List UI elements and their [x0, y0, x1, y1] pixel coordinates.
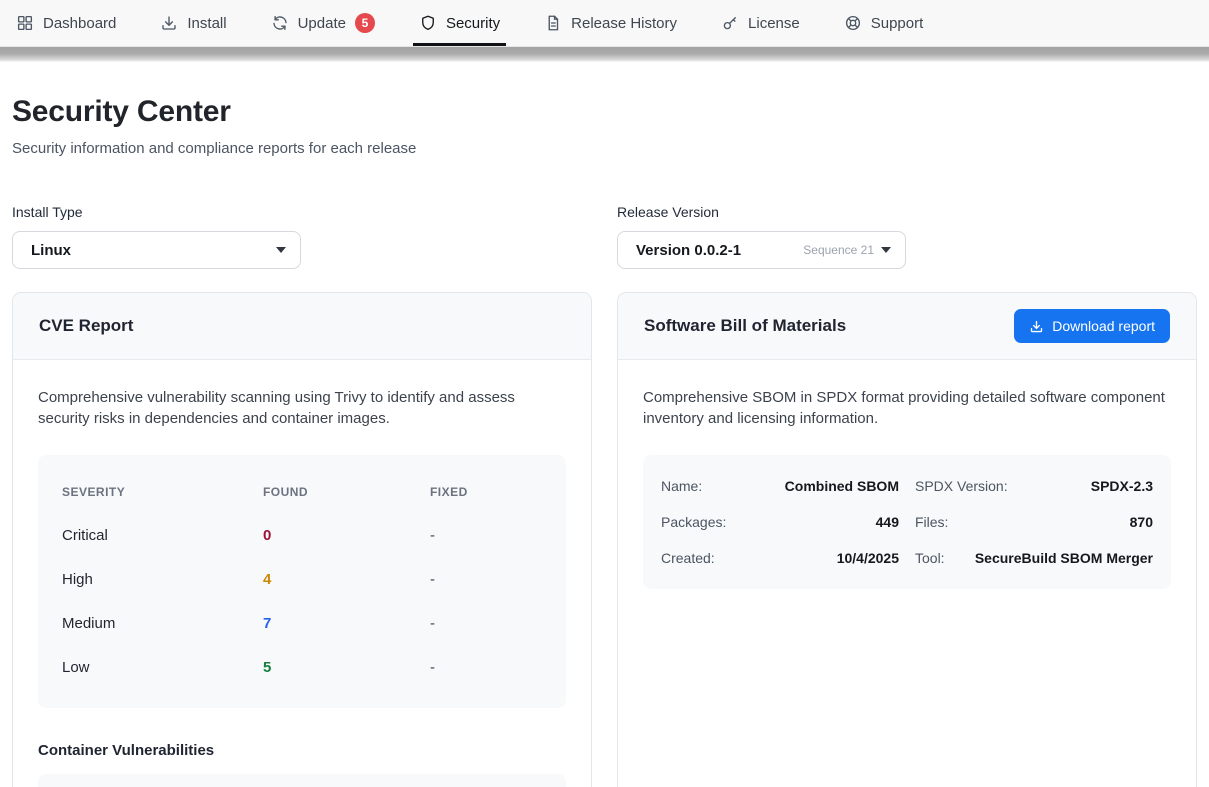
sbom-detail-tool: Tool: SecureBuild SBOM Merger [915, 540, 1153, 576]
sbom-detail-spdx-version: SPDX Version: SPDX-2.3 [915, 468, 1153, 504]
install-type-filter: Install Type Linux [12, 204, 592, 269]
found-count: 7 [263, 615, 430, 632]
table-row: Medium 7 - [62, 602, 542, 646]
detail-label: Name: [661, 478, 702, 494]
nav-item-release-history[interactable]: Release History [544, 0, 677, 46]
cve-report-description: Comprehensive vulnerability scanning usi… [38, 387, 566, 430]
severity-column-header: SEVERITY [62, 485, 263, 499]
nav-item-update[interactable]: Update 5 [271, 0, 375, 46]
fixed-count: - [430, 527, 542, 544]
cve-report-card: CVE Report Comprehensive vulnerability s… [12, 292, 592, 787]
release-version-label: Release Version [617, 204, 1197, 220]
severity-table: SEVERITY FOUND FIXED Critical 0 - High 4… [38, 455, 566, 708]
nav-item-support[interactable]: Support [844, 0, 924, 46]
severity-label: High [62, 571, 263, 588]
install-type-value: Linux [31, 242, 276, 259]
dashboard-grid-icon [16, 14, 34, 32]
sbom-detail-created: Created: 10/4/2025 [661, 540, 899, 576]
sbom-header: Software Bill of Materials Download repo… [618, 293, 1196, 360]
cve-report-title: CVE Report [39, 316, 133, 336]
nav-label: Release History [571, 15, 677, 32]
nav-item-security[interactable]: Security [419, 0, 500, 46]
release-version-select[interactable]: Version 0.0.2-1 Sequence 21 [617, 231, 906, 269]
lifebuoy-icon [844, 14, 862, 32]
cve-report-header: CVE Report [13, 293, 591, 360]
found-count: 5 [263, 659, 430, 676]
nav-label: License [748, 15, 800, 32]
nav-item-install[interactable]: Install [160, 0, 226, 46]
sbom-description: Comprehensive SBOM in SPDX format provid… [643, 387, 1171, 430]
nav-label: Update [298, 15, 346, 32]
detail-value: SecureBuild SBOM Merger [975, 550, 1153, 566]
detail-value: 449 [876, 514, 899, 530]
fixed-count: - [430, 615, 542, 632]
detail-label: SPDX Version: [915, 478, 1008, 494]
refresh-icon [271, 14, 289, 32]
download-icon [1029, 319, 1044, 334]
nav-label: Support [871, 15, 924, 32]
sbom-detail-packages: Packages: 449 [661, 504, 899, 540]
file-text-icon [544, 14, 562, 32]
filters-row: Install Type Linux Release Version Versi… [12, 204, 1197, 269]
detail-value: Combined SBOM [785, 478, 899, 494]
fixed-column-header: FIXED [430, 485, 542, 499]
nav-item-dashboard[interactable]: Dashboard [16, 0, 116, 46]
fixed-count: - [430, 659, 542, 676]
release-version-filter: Release Version Version 0.0.2-1 Sequence… [617, 204, 1197, 269]
severity-label: Medium [62, 615, 263, 632]
table-row: High 4 - [62, 558, 542, 602]
key-icon [721, 14, 739, 32]
found-column-header: FOUND [263, 485, 430, 499]
found-count: 0 [263, 527, 430, 544]
fixed-count: - [430, 571, 542, 588]
detail-label: Created: [661, 550, 715, 566]
shield-icon [419, 14, 437, 32]
severity-label: Critical [62, 527, 263, 544]
release-sequence-label: Sequence 21 [803, 243, 874, 257]
found-count: 4 [263, 571, 430, 588]
page-title: Security Center [12, 95, 1197, 129]
install-type-label: Install Type [12, 204, 592, 220]
detail-value: 10/4/2025 [837, 550, 899, 566]
download-report-button[interactable]: Download report [1014, 309, 1170, 343]
detail-value: 870 [1130, 514, 1153, 530]
download-icon [160, 14, 178, 32]
top-navigation: Dashboard Install Update 5 Security Rele… [0, 0, 1209, 47]
chevron-down-icon [881, 247, 891, 253]
page-subtitle: Security information and compliance repo… [12, 140, 1197, 157]
detail-label: Tool: [915, 550, 945, 566]
severity-table-header-row: SEVERITY FOUND FIXED [62, 470, 542, 514]
release-version-value: Version 0.0.2-1 [636, 242, 803, 259]
sbom-card: Software Bill of Materials Download repo… [617, 292, 1197, 787]
sbom-detail-name: Name: Combined SBOM [661, 468, 899, 504]
detail-label: Files: [915, 514, 948, 530]
update-count-badge: 5 [355, 13, 375, 33]
nav-label: Security [446, 15, 500, 32]
download-report-label: Download report [1052, 318, 1155, 334]
detail-label: Packages: [661, 514, 726, 530]
sbom-title: Software Bill of Materials [644, 316, 846, 336]
install-type-select[interactable]: Linux [12, 231, 301, 269]
table-row: Critical 0 - [62, 514, 542, 558]
container-vulnerabilities-title: Container Vulnerabilities [38, 742, 566, 759]
chevron-down-icon [276, 247, 286, 253]
scroll-shadow-band [0, 47, 1209, 62]
sbom-details-table: Name: Combined SBOM SPDX Version: SPDX-2… [643, 455, 1171, 589]
nav-item-license[interactable]: License [721, 0, 800, 46]
nav-label: Install [187, 15, 226, 32]
nav-label: Dashboard [43, 15, 116, 32]
sbom-detail-files: Files: 870 [915, 504, 1153, 540]
table-row: Low 5 - [62, 646, 542, 690]
detail-value: SPDX-2.3 [1091, 478, 1153, 494]
severity-label: Low [62, 659, 263, 676]
container-vulnerabilities-table: NAME FOUND FIXED [38, 774, 566, 787]
